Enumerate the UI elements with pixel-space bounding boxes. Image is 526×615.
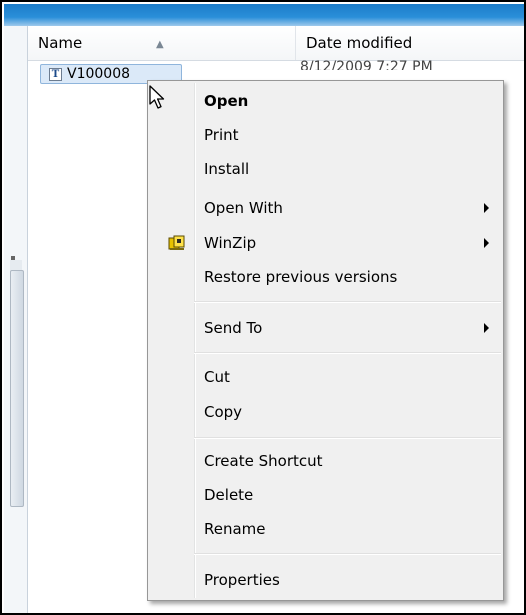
menu-item-print[interactable]: Print [150, 119, 501, 151]
menu-label-send-to: Send To [204, 319, 263, 337]
explorer-window: Name ▲ Date modified Typ T V100008 8/12/… [0, 0, 526, 615]
menu-label-winzip: WinZip [204, 234, 257, 252]
column-name-label: Name [38, 34, 83, 52]
menu-label-properties: Properties [204, 571, 280, 589]
menu-label-install: Install [204, 160, 250, 178]
submenu-arrow-icon [484, 203, 489, 213]
nav-scrollbar-thumb[interactable] [10, 270, 24, 507]
menu-separator [194, 437, 501, 439]
context-menu: Open Print Install Open With WinZip Rest… [147, 80, 504, 601]
menu-label-cut: Cut [204, 368, 230, 386]
column-date-label: Date modified [306, 34, 413, 52]
menu-label-rename: Rename [204, 520, 266, 538]
menu-label-delete: Delete [204, 486, 254, 504]
menu-item-copy[interactable]: Copy [150, 396, 501, 428]
menu-item-install[interactable]: Install [150, 153, 501, 185]
winzip-icon [168, 235, 185, 250]
column-header-name[interactable]: Name ▲ [28, 26, 296, 60]
menu-item-rename[interactable]: Rename [150, 513, 501, 545]
menu-item-open-with[interactable]: Open With [150, 192, 501, 224]
menu-label-open: Open [204, 92, 249, 110]
menu-label-restore: Restore previous versions [204, 268, 398, 286]
mouse-pointer-icon [149, 85, 165, 109]
file-date-modified: 8/12/2009 7:27 PM [300, 59, 433, 70]
menu-item-properties[interactable]: Properties [150, 564, 501, 596]
menu-label-create-shortcut: Create Shortcut [204, 452, 323, 470]
menu-separator [194, 352, 501, 354]
menu-item-delete[interactable]: Delete [150, 479, 501, 511]
menu-label-print: Print [204, 126, 239, 144]
submenu-arrow-icon [484, 238, 489, 248]
window-title-bar [4, 4, 524, 26]
file-name: V100008 [67, 66, 131, 82]
menu-item-cut[interactable]: Cut [150, 361, 501, 393]
column-header-date-modified[interactable]: Date modified [296, 26, 524, 60]
file-list-header: Name ▲ Date modified Typ [28, 26, 524, 61]
menu-item-restore-previous-versions[interactable]: Restore previous versions [150, 261, 501, 293]
menu-item-open[interactable]: Open [150, 85, 501, 117]
sort-ascending-icon: ▲ [156, 39, 164, 50]
menu-separator [194, 553, 501, 555]
truetype-font-icon: T [49, 68, 62, 81]
menu-separator [194, 301, 501, 303]
menu-item-send-to[interactable]: Send To [150, 312, 501, 344]
submenu-arrow-icon [484, 323, 489, 333]
menu-item-create-shortcut[interactable]: Create Shortcut [150, 445, 501, 477]
menu-label-copy: Copy [204, 403, 243, 421]
menu-label-open-with: Open With [204, 199, 283, 217]
menu-item-winzip[interactable]: WinZip [150, 227, 501, 259]
